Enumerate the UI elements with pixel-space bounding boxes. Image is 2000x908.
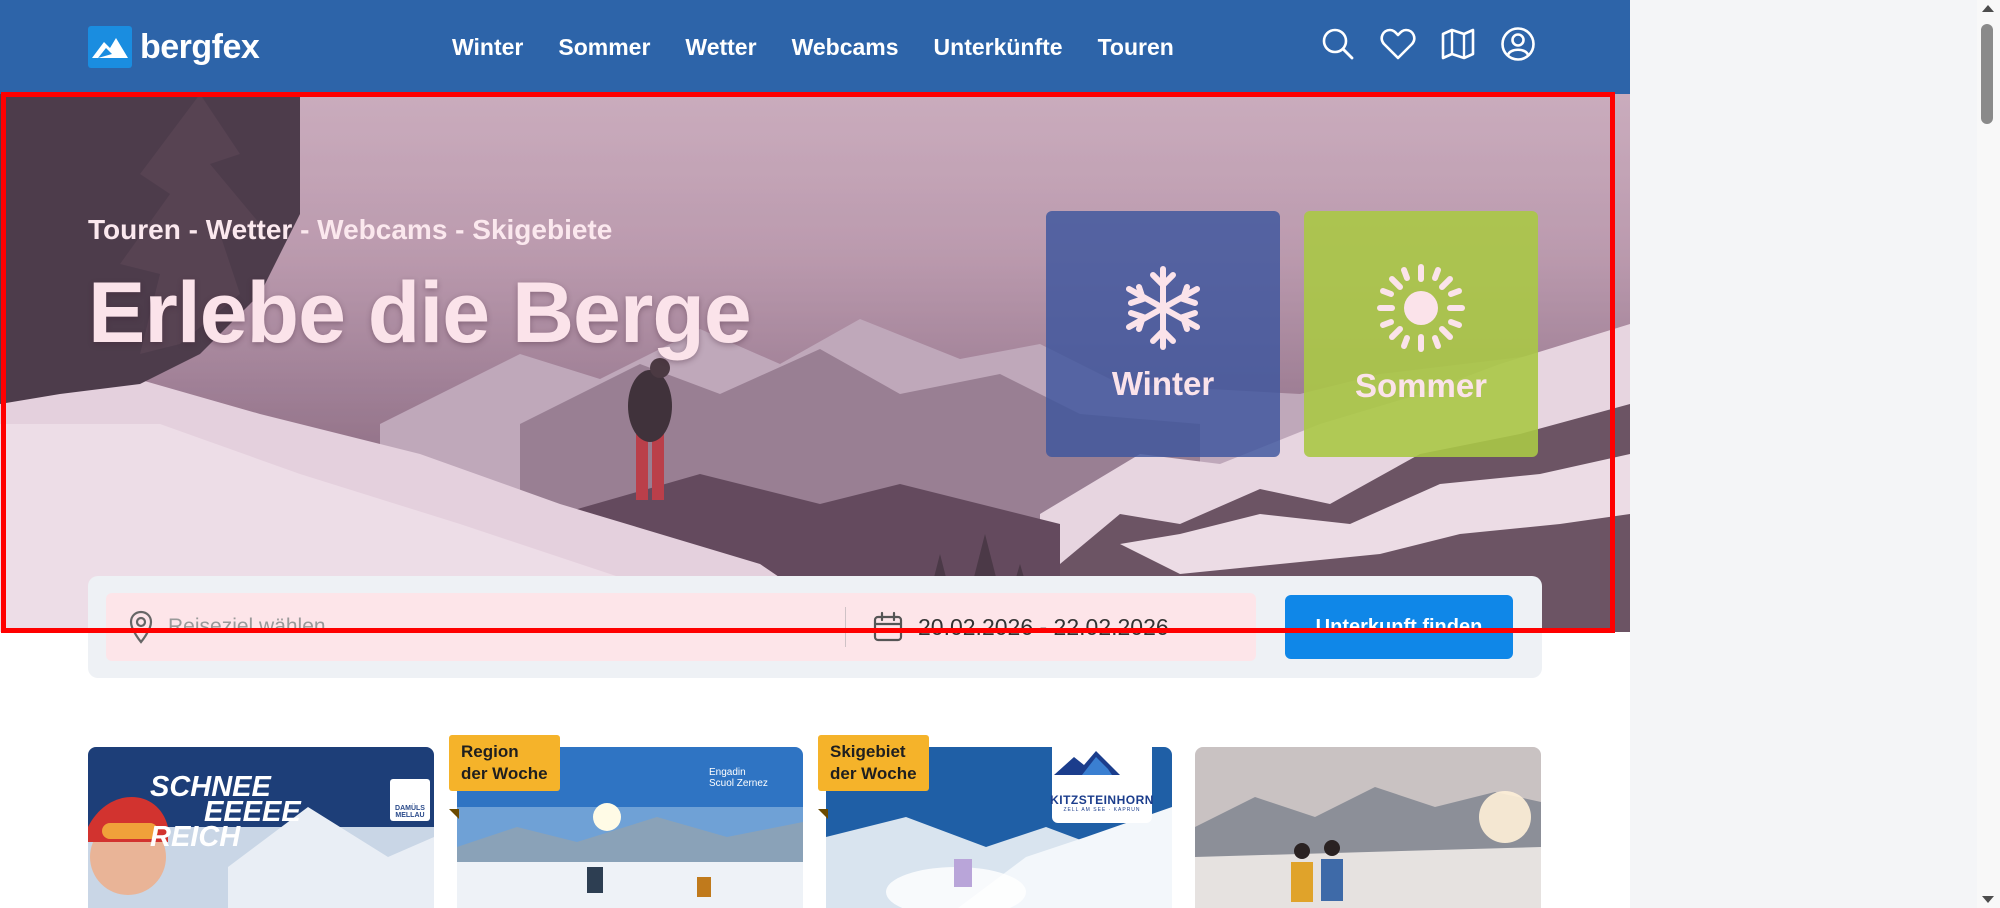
kitzsteinhorn-logo-sub: ZELL AM SEE · KAPRUN xyxy=(1063,807,1141,813)
kitzsteinhorn-mountain-icon xyxy=(1054,751,1120,775)
engadin-brand-logo: Engadin Scuol Zernez xyxy=(709,767,768,789)
nav-webcams[interactable]: Webcams xyxy=(792,34,899,61)
ski-area-of-week-badge: Skigebiet der Woche xyxy=(818,735,929,791)
engadin-brand-line-2: Scuol Zernez xyxy=(709,778,768,789)
badge-line-2: der Woche xyxy=(830,764,917,783)
main-nav: Winter Sommer Wetter Webcams Unterkünfte… xyxy=(452,0,1174,94)
heart-icon[interactable] xyxy=(1380,26,1416,62)
summer-tile-label: Sommer xyxy=(1354,367,1488,404)
nav-sommer[interactable]: Sommer xyxy=(558,34,650,61)
hero-title: Erlebe die Berge xyxy=(88,265,752,361)
badge-line-1: Skigebiet xyxy=(830,742,906,761)
hero-section: Touren - Wetter - Webcams - Skigebiete E… xyxy=(0,94,1630,632)
nav-touren[interactable]: Touren xyxy=(1098,34,1174,61)
page-scrollbar[interactable] xyxy=(1977,0,2000,908)
kitzsteinhorn-logo-text: KITZSTEINHORN xyxy=(1050,793,1154,807)
date-range-field[interactable]: 20.02.2026 - 22.02.2026 xyxy=(872,593,1169,661)
logo-text: bergfex xyxy=(140,27,260,66)
accommodation-search: 20.02.2026 - 22.02.2026 Unterkunft finde… xyxy=(88,576,1542,678)
site-header: bergfex Winter Sommer Wetter Webcams Unt… xyxy=(0,0,1630,94)
field-divider xyxy=(845,607,846,647)
badge-line-2: der Woche xyxy=(461,764,548,783)
promo-card-damuels[interactable]: SCHNEE EEEEE REICH DAMÜLS MELLAU xyxy=(88,747,434,908)
date-range-value: 20.02.2026 - 22.02.2026 xyxy=(918,613,1169,640)
location-pin-icon xyxy=(129,610,153,644)
badge-line-1: Region xyxy=(461,742,519,761)
nav-winter[interactable]: Winter xyxy=(452,34,523,61)
map-icon[interactable] xyxy=(1440,26,1476,62)
bergfex-logo[interactable]: bergfex xyxy=(88,26,260,68)
winter-tile[interactable]: Winter xyxy=(1046,211,1280,457)
destination-input[interactable] xyxy=(168,615,688,639)
promo-card-hiking[interactable] xyxy=(1195,747,1541,908)
find-accommodation-button[interactable]: Unterkunft finden xyxy=(1285,595,1513,659)
badge-ribbon-fold xyxy=(449,809,459,819)
promo-cards: SCHNEE EEEEE REICH DAMÜLS MELLAU Engadin… xyxy=(88,735,1541,908)
logo-mountain-icon xyxy=(88,26,132,68)
browser-viewport: bergfex Winter Sommer Wetter Webcams Unt… xyxy=(0,0,1630,908)
destination-field[interactable] xyxy=(128,593,688,661)
scroll-down-arrow-icon[interactable] xyxy=(1982,896,1994,903)
nav-wetter[interactable]: Wetter xyxy=(685,34,756,61)
search-fields: 20.02.2026 - 22.02.2026 xyxy=(106,593,1256,661)
region-of-week-badge: Region der Woche xyxy=(449,735,560,791)
search-icon[interactable] xyxy=(1320,26,1356,62)
card-damuels-headline: SCHNEE EEEEE REICH xyxy=(150,773,301,853)
sun-icon xyxy=(1377,264,1465,352)
scroll-up-arrow-icon[interactable] xyxy=(1982,5,1994,12)
user-icon[interactable] xyxy=(1500,26,1536,62)
summer-tile[interactable]: Sommer xyxy=(1304,211,1538,457)
scroll-thumb[interactable] xyxy=(1981,24,1993,124)
badge-ribbon-fold xyxy=(818,809,828,819)
snowflake-icon xyxy=(1126,266,1200,350)
winter-tile-label: Winter xyxy=(1111,365,1215,402)
damuels-mellau-logo: DAMÜLS MELLAU xyxy=(390,779,430,821)
header-actions xyxy=(1320,26,1536,62)
calendar-icon xyxy=(873,611,903,642)
engadin-brand-line-1: Engadin xyxy=(709,767,746,778)
card-damuels-line-3: REICH xyxy=(150,821,241,853)
kitzsteinhorn-logo: KITZSTEINHORN ZELL AM SEE · KAPRUN xyxy=(1050,747,1154,823)
hero-tagline: Touren - Wetter - Webcams - Skigebiete xyxy=(88,214,613,245)
nav-unterkuenfte[interactable]: Unterkünfte xyxy=(934,34,1063,61)
